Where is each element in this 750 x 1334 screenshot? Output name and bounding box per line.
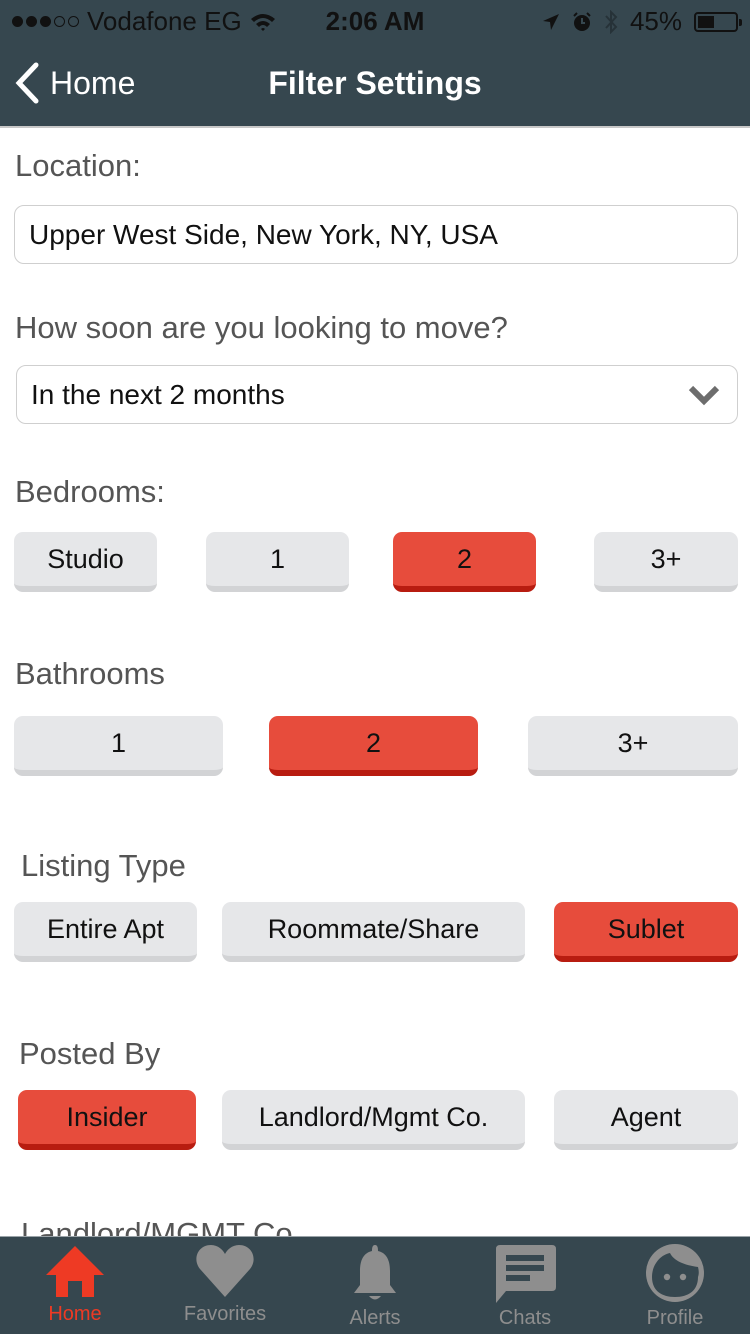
landlord-section-label: Landlord/MGMT Co. — [21, 1216, 302, 1236]
tab-favorites[interactable]: Favorites — [150, 1237, 300, 1334]
bathrooms-option-3plus[interactable]: 3+ — [528, 716, 738, 776]
bathrooms-option-2[interactable]: 2 — [269, 716, 478, 776]
location-label: Location: — [15, 148, 141, 183]
profile-icon — [646, 1244, 704, 1302]
listing-type-option-roommate-share[interactable]: Roommate/Share — [222, 902, 525, 962]
location-value: Upper West Side, New York, NY, USA — [29, 218, 498, 250]
posted-by-option-agent[interactable]: Agent — [554, 1090, 738, 1150]
bedrooms-option-1[interactable]: 1 — [206, 532, 349, 592]
move-timing-label: How soon are you looking to move? — [15, 310, 508, 345]
chevron-left-icon — [15, 62, 39, 104]
back-label: Home — [50, 64, 136, 101]
chevron-down-icon — [688, 385, 720, 406]
posted-by-option-landlord[interactable]: Landlord/Mgmt Co. — [222, 1090, 525, 1150]
bathrooms-option-1[interactable]: 1 — [14, 716, 223, 776]
bluetooth-icon — [605, 9, 618, 34]
listing-type-option-entire-apt[interactable]: Entire Apt — [14, 902, 197, 962]
tab-home[interactable]: Home — [0, 1237, 150, 1334]
back-button[interactable]: Home — [14, 62, 135, 104]
bedrooms-label: Bedrooms: — [15, 474, 165, 509]
tab-bar: Home Favorites Alerts Chats Profile — [0, 1236, 750, 1334]
alarm-icon — [573, 11, 591, 31]
heart-icon — [196, 1245, 254, 1297]
listing-type-label: Listing Type — [21, 848, 186, 883]
status-bar: Vodafone EG 2:06 AM 45% — [0, 0, 750, 40]
battery-icon — [694, 11, 742, 32]
location-input[interactable]: Upper West Side, New York, NY, USA — [14, 205, 738, 264]
move-timing-value: In the next 2 months — [31, 378, 285, 410]
bedrooms-option-studio[interactable]: Studio — [14, 532, 157, 592]
battery-percent: 45% — [629, 6, 682, 36]
bell-icon — [354, 1245, 396, 1300]
tab-profile[interactable]: Profile — [600, 1237, 750, 1334]
bathrooms-label: Bathrooms — [15, 656, 165, 691]
home-icon — [46, 1246, 104, 1297]
move-timing-select[interactable]: In the next 2 months — [16, 365, 738, 424]
filter-form: Location: Upper West Side, New York, NY,… — [0, 130, 750, 1236]
bedrooms-option-3plus[interactable]: 3+ — [594, 532, 738, 592]
chat-icon — [496, 1245, 556, 1303]
posted-by-label: Posted By — [19, 1036, 161, 1071]
bedrooms-option-2[interactable]: 2 — [393, 532, 536, 592]
posted-by-option-insider[interactable]: Insider — [18, 1090, 196, 1150]
tab-chats[interactable]: Chats — [450, 1237, 600, 1334]
listing-type-option-sublet[interactable]: Sublet — [554, 902, 738, 962]
tab-alerts[interactable]: Alerts — [300, 1237, 450, 1334]
navigation-bar: Home Filter Settings — [0, 40, 750, 128]
location-arrow-icon — [542, 13, 559, 30]
